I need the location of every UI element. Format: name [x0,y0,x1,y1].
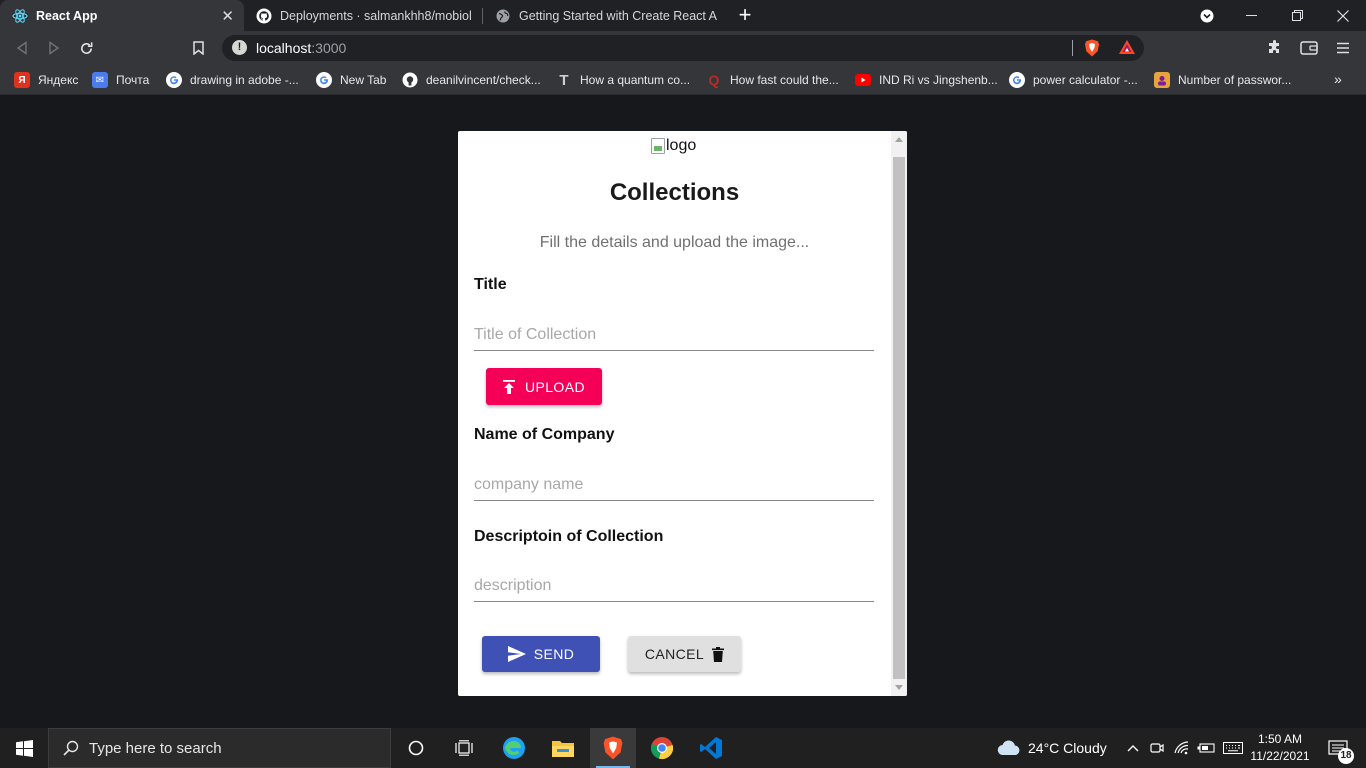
company-label: Name of Company [474,426,615,443]
form-subtitle: Fill the details and upload the image... [539,234,810,251]
meet-now-icon[interactable] [1146,728,1168,768]
brave-rewards-icon[interactable] [1118,39,1136,60]
extensions-icon[interactable] [1263,36,1287,60]
bookmark-icon[interactable] [186,36,210,60]
title-label: Title [474,276,507,293]
url-text: localhost:3000 [256,40,347,56]
task-view-icon[interactable] [446,728,482,768]
description-input[interactable] [474,570,874,602]
description-label: Descriptoin of Collection [474,528,664,545]
windows-taskbar: Type here to search 24°C Cloudy 1:50 AM [0,728,1366,768]
notification-center-icon[interactable]: 18 [1318,728,1358,768]
send-icon [507,646,526,662]
avatar-icon [1154,72,1170,88]
notification-badge: 18 [1338,748,1354,764]
scroll-down-icon[interactable] [895,685,903,690]
new-tab-icon[interactable]: + [733,3,757,27]
bookmark-pochta[interactable]: ✉ Почта [92,71,149,89]
yandex-icon: Я [14,72,30,88]
upload-icon [503,379,515,394]
company-input[interactable] [474,469,874,501]
globe-icon [495,8,511,24]
bookmark-yandex[interactable]: Я Яндекс [14,71,78,89]
tab-search-icon[interactable] [1184,0,1230,31]
battery-icon[interactable] [1195,728,1217,768]
tab-deployments[interactable]: Deployments · salmankhh8/mobiolitte [244,0,482,31]
site-info-icon[interactable]: ! [232,40,247,55]
trash-icon [712,646,725,662]
address-bar[interactable]: ! localhost:3000 [222,35,1144,61]
forward-icon[interactable] [42,36,66,60]
collection-form-dialog: logo Collections Fill the details and up… [458,131,907,696]
github-icon [256,8,272,24]
back-icon[interactable] [10,36,34,60]
scrollbar-thumb[interactable] [893,157,905,679]
brave-shield-icon[interactable] [1084,39,1100,62]
youtube-icon [855,72,871,88]
react-icon [12,8,28,24]
t-icon: T [559,71,569,89]
mail-icon: ✉ [92,72,108,88]
cortana-icon[interactable] [398,728,434,768]
bookmark-number-of-passwords[interactable]: Number of passwor... [1154,71,1291,89]
dialog-scrollbar[interactable] [891,131,907,696]
tab-title: Getting Started with Create React App [519,8,717,23]
weather-text[interactable]: 24°C Cloudy [1028,728,1107,768]
github-icon [402,72,418,88]
logo-image: logo [651,137,696,155]
bookmark-ind-ri[interactable]: IND Ri vs Jingshenb... [855,71,998,89]
taskbar-search[interactable]: Type here to search [48,728,391,768]
close-tab-icon[interactable]: ✕ [221,7,234,25]
google-icon [166,72,182,88]
send-button[interactable]: SEND [482,636,600,672]
cancel-button[interactable]: CANCEL [628,636,741,672]
title-input[interactable] [474,319,874,351]
more-bookmarks-icon[interactable]: » [1334,71,1342,87]
upload-button[interactable]: UPLOAD [486,368,602,405]
keyboard-icon[interactable] [1220,728,1246,768]
broken-image-icon [651,138,665,154]
bookmark-drawing-adobe[interactable]: drawing in adobe -... [166,71,299,89]
quora-icon: Q [708,72,720,88]
wallet-icon[interactable] [1297,36,1321,60]
tab-title: React App [36,8,98,23]
bookmark-new-tab[interactable]: New Tab [316,71,386,89]
tab-react-app[interactable]: React App ✕ [0,0,244,31]
file-explorer-icon[interactable] [542,728,584,768]
bookmark-how-fast[interactable]: Q How fast could the... [706,71,839,89]
menu-icon[interactable] [1331,36,1355,60]
page-title: Collections [609,179,740,206]
system-clock[interactable]: 1:50 AM 11/22/2021 [1248,731,1312,765]
scroll-up-icon[interactable] [895,137,903,142]
edge-app-icon[interactable] [494,728,534,768]
bookmarks-bar: Я Яндекс ✉ Почта drawing in adobe -... N… [0,65,1366,95]
weather-cloud-icon[interactable] [996,728,1022,768]
bookmark-power-calculator[interactable]: power calculator -... [1009,71,1138,89]
bookmark-deanilvincent[interactable]: deanilvincent/check... [402,71,541,89]
bookmark-quantum[interactable]: T How a quantum co... [556,71,690,89]
minimize-icon[interactable] [1228,0,1274,31]
search-icon [63,740,79,756]
browser-toolbar: ! localhost:3000 [0,31,1366,65]
vscode-app-icon[interactable] [690,728,732,768]
wifi-icon[interactable] [1172,728,1192,768]
brave-app-icon[interactable] [590,728,636,768]
close-window-icon[interactable] [1320,0,1366,31]
chrome-app-icon[interactable] [640,728,684,768]
windows-start-icon[interactable] [0,728,48,768]
restore-icon[interactable] [1274,0,1320,31]
show-hidden-icons-icon[interactable] [1124,728,1142,768]
browser-tab-strip: React App ✕ Deployments · salmankhh8/mob… [0,0,1366,31]
google-icon [1009,72,1025,88]
google-icon [316,72,332,88]
reload-icon[interactable] [74,36,98,60]
tab-title: Deployments · salmankhh8/mobiolitte [280,8,472,23]
tab-getting-started[interactable]: Getting Started with Create React App [483,0,727,31]
